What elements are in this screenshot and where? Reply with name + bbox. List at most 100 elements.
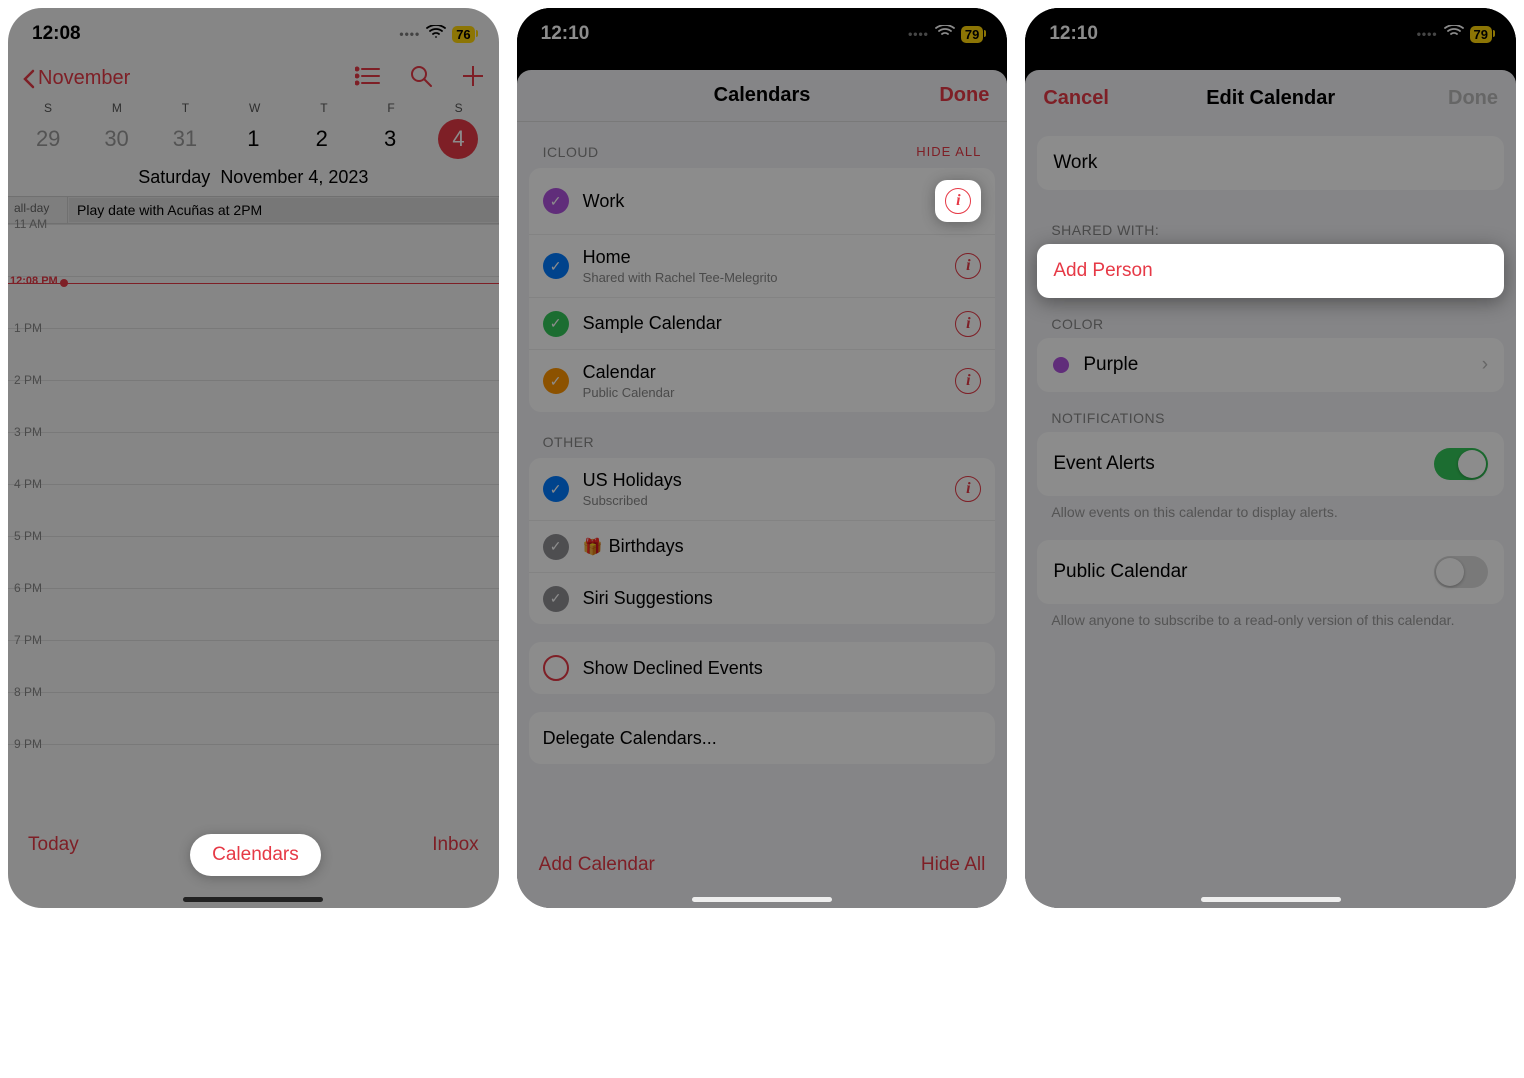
sheet-title: Edit Calendar [1206,87,1335,110]
add-calendar-button[interactable]: Add Calendar [539,854,655,876]
wifi-icon [426,23,446,45]
info-icon: i [945,188,971,214]
screen-day-view: 12:08 •••• 76 November SMTWTFS 29 30 31 … [8,8,499,908]
show-declined-label: Show Declined Events [583,658,982,679]
color-value: Purple [1083,354,1138,376]
info-icon[interactable]: i [955,368,981,394]
sheet-header: Cancel Edit Calendar Done [1025,70,1516,122]
cell-dots-icon: •••• [1417,27,1438,41]
section-other-label: OTHER [543,434,595,450]
battery-icon: 79 [1470,26,1492,43]
cancel-button[interactable]: Cancel [1043,87,1109,110]
sheet-header: Calendars Done [517,70,1008,122]
check-icon[interactable]: ✓ [543,311,569,337]
calendar-row-birthdays[interactable]: ✓ 🎁 Birthdays [529,520,996,572]
today-button[interactable]: Today [28,834,79,876]
info-icon[interactable]: i [955,311,981,337]
allday-row[interactable]: all-day Play date with Acuñas at 2PM [8,196,499,224]
info-icon[interactable]: i [955,476,981,502]
hours-grid[interactable]: 11 AM 12:08 PM 1 PM 2 PM 3 PM 4 PM 5 PM … [8,224,499,796]
back-button[interactable]: November [22,67,130,90]
home-indicator[interactable] [1201,897,1341,902]
notifications-label: NOTIFICATIONS [1025,392,1516,432]
sheet-toolbar: Add Calendar Hide All [517,840,1008,890]
delegate-row[interactable]: Delegate Calendars... [529,712,996,764]
chevron-right-icon: › [1482,354,1488,376]
event-alerts-toggle[interactable] [1434,448,1488,480]
status-time: 12:08 [32,23,81,45]
hide-all-button[interactable]: Hide All [921,854,985,876]
status-bar: 12:08 •••• 76 [8,8,499,56]
info-icon[interactable]: i [955,253,981,279]
cell-dots-icon: •••• [908,27,929,41]
sheet-title: Calendars [714,84,811,107]
color-section-label: COLOR [1025,298,1516,338]
edit-sheet: Cancel Edit Calendar Done Work SHARED WI… [1025,70,1516,908]
calendar-row-calendar[interactable]: ✓ CalendarPublic Calendar i [529,349,996,412]
selected-date: 4 [438,119,478,159]
add-person-row[interactable]: Add Person [1037,244,1504,298]
calendar-name: Sample Calendar [583,313,942,334]
wifi-icon [935,23,955,45]
calendars-button[interactable]: Calendars [190,834,321,876]
other-group: ✓ US HolidaysSubscribed i ✓ 🎁 Birthdays … [529,458,996,624]
color-row[interactable]: Purple › [1037,338,1504,392]
inbox-button[interactable]: Inbox [432,834,478,876]
battery-icon: 79 [961,26,983,43]
now-indicator: 12:08 PM [8,283,499,284]
calendars-sheet: Calendars Done ICLOUD HIDE ALL ✓ Work i … [517,70,1008,908]
public-calendar-toggle[interactable] [1434,556,1488,588]
radio-empty-icon[interactable] [543,655,569,681]
calendar-sub: Subscribed [583,493,942,508]
add-person-label: Add Person [1053,260,1152,282]
calendar-name: Calendar [583,362,942,383]
search-icon[interactable] [409,64,433,93]
screen-calendars-list: 12:10 •••• 79 Calendars Done ICLOUD HIDE… [517,8,1008,908]
status-bar: 12:10 •••• 79 [1025,8,1516,56]
icloud-group: ✓ Work i ✓ HomeShared with Rachel Tee-Me… [529,168,996,412]
date-row[interactable]: 29 30 31 1 2 3 4 [8,117,499,161]
calendar-name: US Holidays [583,470,942,491]
allday-event[interactable]: Play date with Acuñas at 2PM [69,198,498,222]
public-calendar-label: Public Calendar [1053,561,1187,583]
check-icon[interactable]: ✓ [543,586,569,612]
check-icon[interactable]: ✓ [543,476,569,502]
add-icon[interactable] [461,64,485,93]
home-indicator[interactable] [183,897,323,902]
check-icon[interactable]: ✓ [543,368,569,394]
calendar-row-sample[interactable]: ✓ Sample Calendar i [529,297,996,349]
list-icon[interactable] [355,66,381,91]
cell-dots-icon: •••• [399,27,420,41]
calendar-name: Home [583,247,942,268]
home-indicator[interactable] [692,897,832,902]
info-button-highlight[interactable]: i [935,180,981,222]
calendar-row-usholidays[interactable]: ✓ US Holidays Subscribed i [529,458,996,520]
calendar-row-home[interactable]: ✓ HomeShared with Rachel Tee-Melegrito i [529,234,996,297]
check-icon[interactable]: ✓ [543,188,569,214]
hide-all-link[interactable]: HIDE ALL [916,144,981,160]
status-time: 12:10 [1049,23,1098,45]
calendar-name: Birthdays [609,536,982,557]
done-button[interactable]: Done [939,84,989,107]
public-calendar-row[interactable]: Public Calendar [1037,540,1504,604]
delegate-label: Delegate Calendars... [543,728,982,749]
done-button-disabled: Done [1448,87,1498,110]
battery-icon: 76 [452,26,474,43]
check-icon[interactable]: ✓ [543,534,569,560]
calendar-name: Work [583,191,922,212]
check-icon[interactable]: ✓ [543,253,569,279]
gift-icon: 🎁 [583,537,603,557]
calendar-row-work[interactable]: ✓ Work i [529,168,996,234]
date-long: Saturday November 4, 2023 [8,161,499,196]
nav-bar: November [8,56,499,99]
event-alerts-label: Event Alerts [1053,453,1154,475]
event-alerts-row[interactable]: Event Alerts [1037,432,1504,496]
screen-edit-calendar: 12:10 •••• 79 Cancel Edit Calendar Done … [1025,8,1516,908]
status-time: 12:10 [541,23,590,45]
calendar-name-field[interactable]: Work [1037,136,1504,190]
shared-with-label: SHARED WITH: [1025,204,1516,244]
back-label: November [38,67,130,90]
calendar-row-siri[interactable]: ✓ Siri Suggestions [529,572,996,624]
show-declined-row[interactable]: Show Declined Events [529,642,996,694]
calendar-name: Siri Suggestions [583,588,982,609]
